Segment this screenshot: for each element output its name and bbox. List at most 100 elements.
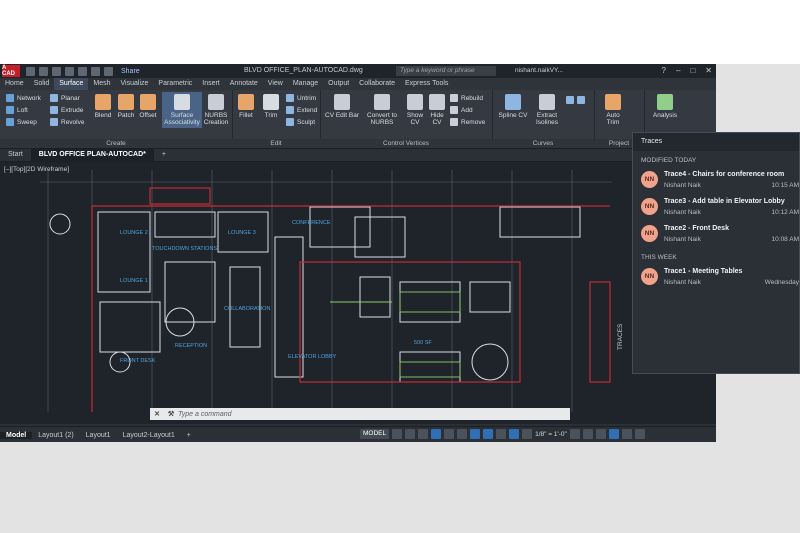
share-button[interactable]: Share xyxy=(121,68,140,75)
trace-item[interactable]: NN Trace2 - Front Desk Nishant Naik 10:0… xyxy=(633,221,799,248)
menu-express-tools[interactable]: Express Tools xyxy=(400,78,453,90)
menu-view[interactable]: View xyxy=(263,78,288,90)
isolate-icon[interactable] xyxy=(595,429,606,439)
planar-button[interactable]: Planar xyxy=(50,94,80,102)
menu-mesh[interactable]: Mesh xyxy=(88,78,115,90)
maximize-icon[interactable]: □ xyxy=(690,66,695,75)
tab-start[interactable]: Start xyxy=(0,149,31,161)
fullscreen-icon[interactable] xyxy=(621,429,632,439)
add-button[interactable]: Add xyxy=(450,106,473,114)
tab-layout1[interactable]: Layout1 xyxy=(80,432,117,439)
menu-surface[interactable]: Surface xyxy=(54,78,89,90)
trace-item[interactable]: NN Trace1 - Meeting Tables Nishant Naik … xyxy=(633,264,799,291)
scissors-icon xyxy=(263,94,279,110)
save-as-icon[interactable] xyxy=(65,66,74,76)
menu-visualize[interactable]: Visualize xyxy=(116,78,154,90)
cv-edit-bar-button[interactable]: CV Edit Bar xyxy=(322,94,362,119)
lineweight-icon[interactable] xyxy=(470,429,481,439)
tab-model[interactable]: Model xyxy=(0,431,33,439)
hide-cv-button[interactable]: Hide CV xyxy=(426,94,448,126)
offset-button[interactable]: Offset xyxy=(136,94,160,119)
curve-icon[interactable] xyxy=(566,96,574,104)
untrim-button[interactable]: Untrim xyxy=(286,94,316,102)
spline-cv-button[interactable]: Spline CV xyxy=(496,94,530,119)
show-cv-button[interactable]: Show CV xyxy=(404,94,426,126)
polar-icon[interactable] xyxy=(431,429,442,439)
annotation-scale[interactable]: 1/8" = 1'-0" xyxy=(535,431,567,438)
new-icon[interactable] xyxy=(26,66,35,76)
menu-output[interactable]: Output xyxy=(323,78,354,90)
otrack-icon[interactable] xyxy=(457,429,468,439)
undo-icon[interactable] xyxy=(91,66,100,76)
plus-icon[interactable] xyxy=(582,429,593,439)
fillet-button[interactable]: Fillet xyxy=(234,94,258,119)
analysis-button[interactable]: Analysis xyxy=(650,94,680,119)
surface-associativity-button[interactable]: Surface Associativity xyxy=(162,92,202,128)
network-button[interactable]: Network xyxy=(6,94,41,102)
sweep-button[interactable]: Sweep xyxy=(6,118,37,126)
new-tab-button[interactable]: + xyxy=(154,149,174,161)
trace-item[interactable]: NN Trace3 - Add table in Elevator Lobby … xyxy=(633,194,799,221)
trim-button[interactable]: Trim xyxy=(260,94,282,119)
ortho-icon[interactable] xyxy=(418,429,429,439)
nurbs-creation-button[interactable]: NURBS Creation xyxy=(202,94,230,126)
convert-to-nurbs-button[interactable]: Convert to NURBS xyxy=(364,94,400,126)
snap-icon[interactable] xyxy=(405,429,416,439)
wrench-icon[interactable]: ⚒ xyxy=(164,410,178,418)
remove-button[interactable]: Remove xyxy=(450,118,485,126)
curves-panel-title: Curves xyxy=(492,139,594,148)
extrude-button[interactable]: Extrude xyxy=(50,106,83,114)
open-icon[interactable] xyxy=(39,66,48,76)
traces-side-label[interactable]: TRACES xyxy=(617,324,624,350)
selection-icon[interactable] xyxy=(496,429,507,439)
offset-icon xyxy=(140,94,156,110)
transparency-icon[interactable] xyxy=(483,429,494,439)
help-icon[interactable]: ? xyxy=(662,66,666,75)
command-input[interactable]: Type a command xyxy=(178,411,232,418)
hardware-icon[interactable] xyxy=(608,429,619,439)
arc-icon[interactable] xyxy=(577,96,585,104)
patch-button[interactable]: Patch xyxy=(114,94,138,119)
search-input[interactable]: Type a keyword or phrase xyxy=(396,66,496,76)
app-logo[interactable]: A CAD xyxy=(2,65,20,77)
drawing-canvas[interactable]: LOUNGE 2 LOUNGE 3 TOUCHDOWN STATIONS LOU… xyxy=(0,162,716,424)
user-account[interactable]: nishant.naikVY... xyxy=(515,67,563,74)
room-label: LOUNGE 2 xyxy=(120,230,148,236)
extend-button[interactable]: Extend xyxy=(286,106,317,114)
tab-layout2[interactable]: Layout2-Layout1 xyxy=(117,432,181,439)
annotation-scale-icon[interactable] xyxy=(522,429,533,439)
close-icon[interactable]: ✕ xyxy=(150,410,164,418)
grid-icon[interactable] xyxy=(392,429,403,439)
viewport-label[interactable]: [–][Top][2D Wireframe] xyxy=(4,166,69,173)
menu-manage[interactable]: Manage xyxy=(288,78,323,90)
menu-collaborate[interactable]: Collaborate xyxy=(354,78,400,90)
menu-icon[interactable] xyxy=(634,429,645,439)
command-line[interactable]: ✕ ⚒ Type a command xyxy=(150,408,570,420)
auto-trim-button[interactable]: Auto Trim xyxy=(600,94,626,126)
minimize-icon[interactable]: – xyxy=(676,66,680,75)
blend-button[interactable]: Blend xyxy=(90,94,116,119)
cv-edit-bar-icon xyxy=(334,94,350,110)
rebuild-button[interactable]: Rebuild xyxy=(450,94,483,102)
osnap-icon[interactable] xyxy=(444,429,455,439)
tab-drawing[interactable]: BLVD OFFICE PLAN-AUTOCAD* xyxy=(30,149,154,161)
menu-insert[interactable]: Insert xyxy=(197,78,225,90)
close-icon[interactable]: ✕ xyxy=(705,66,712,75)
trace-item[interactable]: NN Trace4 - Chairs for conference room N… xyxy=(633,167,799,194)
redo-icon[interactable] xyxy=(104,66,113,76)
menu-solid[interactable]: Solid xyxy=(29,78,55,90)
menu-parametric[interactable]: Parametric xyxy=(153,78,197,90)
annotation-icon[interactable] xyxy=(509,429,520,439)
save-icon[interactable] xyxy=(52,66,61,76)
gear-icon[interactable] xyxy=(569,429,580,439)
menu-annotate[interactable]: Annotate xyxy=(225,78,263,90)
add-layout-button[interactable]: + xyxy=(181,432,197,439)
extract-isolines-button[interactable]: Extract Isolines xyxy=(530,94,564,126)
model-space-button[interactable]: MODEL xyxy=(360,429,390,439)
tab-layout1-2[interactable]: Layout1 (2) xyxy=(32,432,79,439)
revolve-button[interactable]: Revolve xyxy=(50,118,84,126)
loft-button[interactable]: Loft xyxy=(6,106,28,114)
print-icon[interactable] xyxy=(78,66,87,76)
menu-home[interactable]: Home xyxy=(0,78,29,90)
sculpt-button[interactable]: Sculpt xyxy=(286,118,315,126)
